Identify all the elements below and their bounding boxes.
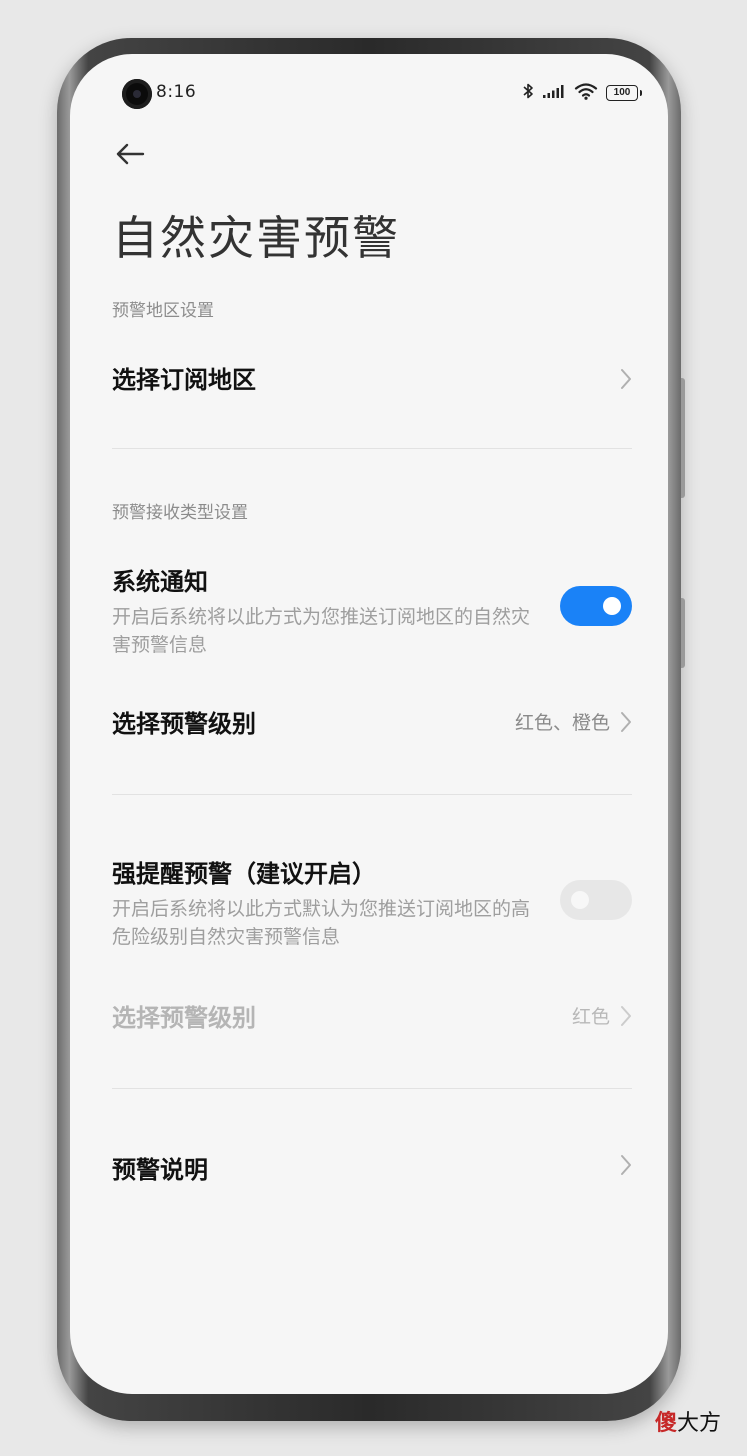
strong-alert-toggle[interactable]: [560, 880, 632, 920]
divider: [112, 1088, 632, 1089]
chevron-right-icon: [621, 1155, 631, 1175]
section-header-region: 预警地区设置: [112, 301, 214, 321]
select-level-right: 红色、橙色: [515, 708, 632, 735]
select-level-label: 选择预警级别: [112, 710, 256, 738]
watermark-logo: 傻: [655, 1411, 678, 1436]
select-level-row[interactable]: 选择预警级别 红色、橙色: [112, 704, 632, 744]
wifi-icon: [574, 82, 598, 104]
watermark-text: 大方: [677, 1411, 722, 1436]
toggle-knob: [571, 891, 589, 909]
system-notification-toggle[interactable]: [560, 586, 632, 626]
front-camera: [122, 79, 152, 109]
bluetooth-icon: [522, 82, 534, 104]
divider: [112, 448, 632, 449]
select-region-row[interactable]: 选择订阅地区: [112, 360, 632, 400]
alert-info-right: [620, 1154, 632, 1176]
alert-info-label: 预警说明: [112, 1156, 208, 1184]
select-region-right: [620, 368, 632, 390]
select-region-label: 选择订阅地区: [112, 366, 256, 394]
system-notification-title: 系统通知: [112, 568, 208, 596]
strong-alert-level-value: 红色: [571, 1006, 610, 1028]
strong-alert-description: 开启后系统将以此方式默认为您推送订阅地区的高危险级别自然灾害预警信息: [112, 898, 531, 948]
strong-alert-level-label: 选择预警级别: [112, 1004, 256, 1032]
battery-icon: 100: [606, 85, 642, 101]
chevron-right-icon: [621, 1005, 631, 1026]
chevron-right-icon: [621, 369, 631, 389]
status-bar: 8:16 100: [70, 54, 668, 134]
system-notification-row[interactable]: 系统通知 开启后系统将以此方式为您推送订阅地区的自然灾害预警信息: [112, 562, 632, 658]
divider: [112, 794, 632, 795]
back-arrow-icon: [116, 143, 145, 165]
watermark: 傻 大方: [655, 1405, 721, 1437]
section-header-receive: 预警接收类型设置: [112, 503, 248, 523]
strong-alert-level-right: 红色: [572, 1002, 632, 1029]
signal-icon: [542, 83, 566, 103]
alert-info-row[interactable]: 预警说明: [112, 1150, 632, 1190]
back-button[interactable]: [110, 136, 150, 172]
phone-power-button: [681, 598, 685, 668]
status-time: 8:16: [156, 82, 197, 102]
phone-volume-button: [681, 378, 685, 498]
strong-alert-level-row[interactable]: 选择预警级别 红色: [112, 998, 632, 1038]
select-level-value: 红色、橙色: [514, 712, 610, 734]
chevron-right-icon: [621, 711, 631, 732]
screen: 8:16 100 自然灾害预警 预警地区设置 选择订阅地区 预警接收类型设置 系…: [70, 54, 668, 1394]
strong-alert-row[interactable]: 强提醒预警（建议开启） 开启后系统将以此方式默认为您推送订阅地区的高危险级别自然…: [112, 854, 632, 950]
page-title: 自然灾害预警: [112, 211, 400, 265]
system-notification-description: 开启后系统将以此方式为您推送订阅地区的自然灾害预警信息: [112, 606, 531, 656]
status-icons: 100: [522, 82, 642, 104]
strong-alert-title: 强提醒预警（建议开启）: [112, 860, 376, 888]
toggle-knob: [603, 597, 621, 615]
